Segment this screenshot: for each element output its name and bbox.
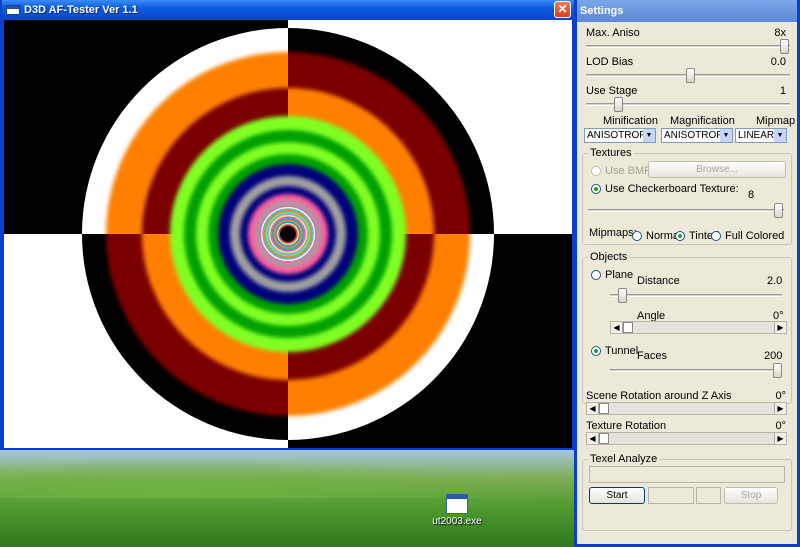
texture-rotation-value: 0° [775, 420, 786, 432]
texel-field-1 [648, 487, 694, 504]
use-checkerboard-label: Use Checkerboard Texture: [605, 183, 739, 195]
plane-label: Plane [605, 269, 634, 281]
use-stage-row: Use Stage 1 [586, 85, 786, 97]
checkerboard-value: 8 [748, 189, 755, 201]
main-window-title: D3D AF-Tester Ver 1.1 [24, 4, 138, 16]
scene-rotation-value: 0° [775, 390, 786, 402]
use-bmp-label: Use BMP [605, 165, 652, 177]
radio-dot [632, 231, 642, 241]
tunnel-ring [280, 226, 296, 242]
radio-dot [591, 166, 601, 176]
distance-slider[interactable] [610, 288, 782, 303]
browse-button[interactable]: Browse... [648, 161, 786, 178]
settings-window: Settings Max. Aniso 8x LOD Bias 0.0 Use … [574, 0, 800, 547]
settings-title: Settings [580, 5, 624, 17]
settings-titlebar[interactable]: Settings [577, 0, 797, 22]
texture-rotation-thumb[interactable] [599, 433, 609, 444]
render-viewport[interactable] [4, 20, 572, 448]
radio-dot [675, 231, 685, 241]
close-button[interactable]: ✕ [554, 1, 571, 18]
mipmap-select[interactable]: LINEAR ▼ [735, 128, 787, 143]
use-bmp-radio[interactable]: Use BMP [591, 165, 651, 177]
faces-slider[interactable] [610, 363, 782, 378]
objects-group-label: Objects [588, 251, 630, 263]
use-stage-slider-thumb[interactable] [614, 97, 623, 112]
radio-dot [591, 270, 601, 280]
use-stage-label: Use Stage [586, 85, 638, 97]
max-aniso-slider-thumb[interactable] [780, 39, 789, 54]
scene-rotation-label: Scene Rotation around Z Axis [586, 390, 732, 402]
checkerboard-slider[interactable] [588, 203, 784, 218]
texture-rotation-row: Texture Rotation 0° [586, 420, 786, 432]
scene-rotation-scrollbar[interactable]: ◀ ▶ [586, 402, 787, 415]
scroll-left-icon[interactable]: ◀ [587, 433, 599, 444]
texture-rotation-scrollbar[interactable]: ◀ ▶ [586, 432, 787, 445]
mip-full-radio[interactable]: Full Colored [711, 230, 784, 242]
texel-analyze-group-label: Texel Analyze [588, 453, 660, 465]
magnification-select[interactable]: ANISOTROPIC ▼ [661, 128, 733, 143]
textures-group-label: Textures [588, 147, 634, 159]
chevron-down-icon: ▼ [774, 129, 786, 142]
mipmap-label: Mipmap [756, 115, 796, 127]
scene-rotation-thumb[interactable] [599, 403, 609, 414]
lod-bias-slider-thumb[interactable] [686, 68, 695, 83]
af-tunnel-render [4, 20, 572, 448]
scroll-left-icon[interactable]: ◀ [587, 403, 599, 414]
lod-bias-value: 0.0 [770, 56, 786, 68]
desktop-icon-ut2003[interactable]: ut2003.exe [422, 494, 492, 527]
faces-value: 200 [764, 350, 783, 362]
texel-analyze-output [589, 466, 785, 483]
settings-panel: Max. Aniso 8x LOD Bias 0.0 Use Stage 1 M… [577, 22, 797, 544]
radio-dot [711, 231, 721, 241]
texture-rotation-label: Texture Rotation [586, 420, 667, 432]
start-button[interactable]: Start [589, 487, 645, 504]
max-aniso-slider[interactable] [586, 39, 790, 54]
stop-button[interactable]: Stop [724, 487, 778, 504]
mipmap-select-value: LINEAR [738, 130, 775, 141]
chevron-down-icon: ▼ [643, 129, 655, 142]
angle-scrollbar[interactable]: ◀ ▶ [610, 321, 787, 334]
main-titlebar[interactable]: D3D AF-Tester Ver 1.1 ✕ [2, 0, 574, 20]
max-aniso-value: 8x [774, 27, 786, 39]
mipmaps-label: Mipmaps: [589, 227, 637, 239]
radio-dot [591, 184, 601, 194]
scene-rotation-row: Scene Rotation around Z Axis 0° [586, 390, 786, 402]
tunnel-radio[interactable]: Tunnel [591, 345, 638, 357]
lod-bias-label: LOD Bias [586, 56, 634, 68]
main-window: D3D AF-Tester Ver 1.1 ✕ [0, 0, 574, 450]
minification-label: Minification [603, 115, 659, 127]
magnification-label: Magnification [670, 115, 735, 127]
max-aniso-label: Max. Aniso [586, 27, 640, 39]
distance-value: 2.0 [767, 275, 783, 287]
mip-full-label: Full Colored [725, 230, 785, 242]
faces-slider-thumb[interactable] [773, 363, 782, 378]
scroll-right-icon[interactable]: ▶ [774, 403, 786, 414]
use-stage-value: 1 [779, 85, 786, 97]
checkerboard-slider-thumb[interactable] [774, 203, 783, 218]
angle-scrollbar-thumb[interactable] [623, 322, 633, 333]
app-icon [6, 5, 20, 15]
use-checkerboard-radio[interactable]: Use Checkerboard Texture: [591, 183, 739, 195]
distance-label: Distance [637, 275, 680, 287]
scroll-right-icon[interactable]: ▶ [774, 433, 786, 444]
distance-slider-thumb[interactable] [618, 288, 627, 303]
minification-select[interactable]: ANISOTROPIC ▼ [584, 128, 656, 143]
max-aniso-row: Max. Aniso 8x [586, 27, 786, 39]
radio-dot [591, 346, 601, 356]
lod-bias-row: LOD Bias 0.0 [586, 56, 786, 68]
scroll-left-icon[interactable]: ◀ [611, 322, 623, 333]
plane-radio[interactable]: Plane [591, 269, 633, 281]
texel-field-2 [696, 487, 721, 504]
use-stage-slider[interactable] [586, 97, 790, 112]
tunnel-label: Tunnel [605, 345, 639, 357]
desktop-icon-label: ut2003.exe [432, 516, 482, 527]
lod-bias-slider[interactable] [586, 68, 790, 83]
exe-file-icon [446, 494, 468, 514]
scroll-right-icon[interactable]: ▶ [774, 322, 786, 333]
faces-label: Faces [637, 350, 667, 362]
chevron-down-icon: ▼ [720, 129, 732, 142]
